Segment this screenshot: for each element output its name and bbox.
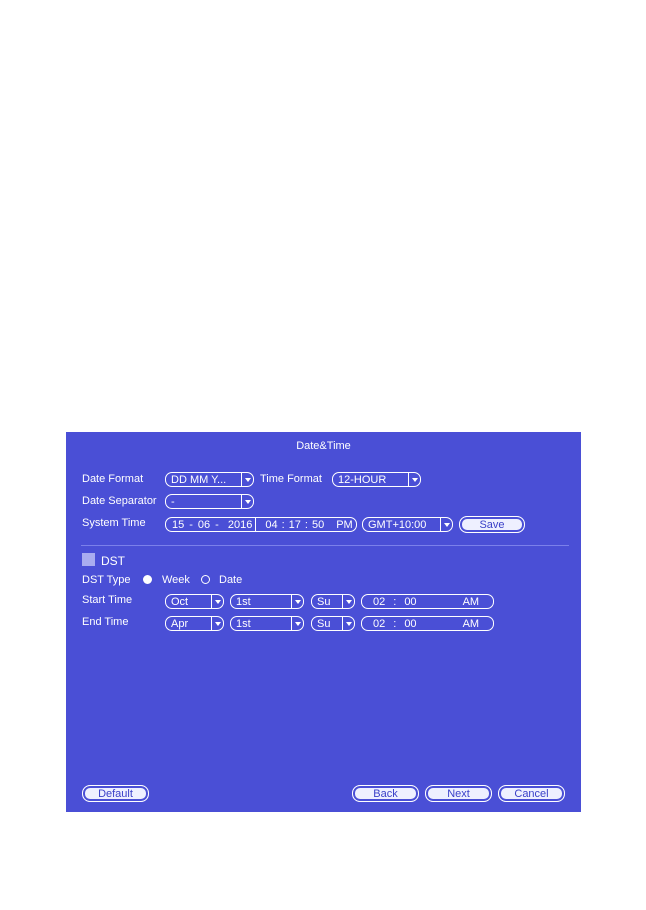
dst-label: DST xyxy=(101,554,125,568)
minute-value[interactable]: 17 xyxy=(289,519,301,531)
time-sep: : xyxy=(393,595,397,608)
time-sep: : xyxy=(393,617,397,630)
dst-type-label: DST Type xyxy=(82,574,131,586)
month-value[interactable]: 06 xyxy=(198,519,210,531)
date-time-dialog: Date&Time Date Format DD MM Y... Time Fo… xyxy=(66,432,581,812)
save-button[interactable]: Save xyxy=(459,516,525,533)
hour-value[interactable]: 04 xyxy=(265,519,277,531)
time-sep: : xyxy=(304,518,308,531)
default-button[interactable]: Default xyxy=(82,785,149,802)
end-week-dropdown[interactable]: 1st xyxy=(230,616,304,631)
end-ampm-value[interactable]: AM xyxy=(463,618,480,630)
chevron-down-icon[interactable] xyxy=(408,473,420,486)
start-month-dropdown[interactable]: Oct xyxy=(165,594,224,609)
dialog-title: Date&Time xyxy=(296,440,351,452)
chevron-down-icon[interactable] xyxy=(342,617,354,630)
date-sep: - xyxy=(215,518,219,531)
system-time-input[interactable]: 15 - 06 - 2016 04 : 17 : 50 PM xyxy=(165,517,357,532)
chevron-down-icon[interactable] xyxy=(241,495,253,508)
end-day-value: Su xyxy=(317,617,331,630)
chevron-down-icon[interactable] xyxy=(211,617,223,630)
dst-checkbox[interactable] xyxy=(82,553,95,566)
time-format-label: Time Format xyxy=(260,473,322,485)
date-separator-dropdown[interactable]: - xyxy=(165,494,254,509)
date-format-dropdown[interactable]: DD MM Y... xyxy=(165,472,254,487)
start-minute-value[interactable]: 00 xyxy=(404,596,416,608)
end-day-dropdown[interactable]: Su xyxy=(311,616,355,631)
start-time-input[interactable]: 02 : 00 AM xyxy=(361,594,494,609)
start-day-value: Su xyxy=(317,595,331,608)
chevron-down-icon[interactable] xyxy=(342,595,354,608)
divider xyxy=(255,518,256,531)
year-value[interactable]: 2016 xyxy=(228,519,252,531)
radio-week-label[interactable]: Week xyxy=(162,574,190,586)
chevron-down-icon[interactable] xyxy=(291,595,303,608)
timezone-value: GMT+10:00 xyxy=(368,518,427,531)
date-format-label: Date Format xyxy=(82,473,144,485)
end-month-value: Apr xyxy=(171,617,189,630)
end-time-input[interactable]: 02 : 00 AM xyxy=(361,616,494,631)
time-format-value: 12-HOUR xyxy=(338,473,387,486)
section-divider xyxy=(81,545,569,546)
date-sep: - xyxy=(189,518,193,531)
end-minute-value[interactable]: 00 xyxy=(404,618,416,630)
cancel-button[interactable]: Cancel xyxy=(498,785,565,802)
radio-date-label[interactable]: Date xyxy=(219,574,242,586)
start-hour-value[interactable]: 02 xyxy=(373,596,385,608)
next-button[interactable]: Next xyxy=(425,785,492,802)
start-time-label: Start Time xyxy=(82,594,133,606)
radio-date[interactable] xyxy=(201,575,210,584)
chevron-down-icon[interactable] xyxy=(211,595,223,608)
chevron-down-icon[interactable] xyxy=(440,518,452,531)
chevron-down-icon[interactable] xyxy=(291,617,303,630)
start-week-value: 1st xyxy=(236,595,251,608)
end-month-dropdown[interactable]: Apr xyxy=(165,616,224,631)
date-separator-label: Date Separator xyxy=(82,495,157,507)
date-format-value: DD MM Y... xyxy=(171,473,227,486)
system-time-label: System Time xyxy=(82,517,146,529)
start-ampm-value[interactable]: AM xyxy=(463,596,480,608)
date-separator-value: - xyxy=(171,495,175,508)
chevron-down-icon[interactable] xyxy=(241,473,253,486)
time-sep: : xyxy=(281,518,285,531)
day-value[interactable]: 15 xyxy=(172,519,184,531)
end-hour-value[interactable]: 02 xyxy=(373,618,385,630)
back-button[interactable]: Back xyxy=(352,785,419,802)
timezone-dropdown[interactable]: GMT+10:00 xyxy=(362,517,453,532)
start-month-value: Oct xyxy=(171,595,189,608)
time-format-dropdown[interactable]: 12-HOUR xyxy=(332,472,421,487)
second-value[interactable]: 50 xyxy=(312,519,324,531)
radio-week[interactable] xyxy=(143,575,152,584)
start-week-dropdown[interactable]: 1st xyxy=(230,594,304,609)
end-week-value: 1st xyxy=(236,617,251,630)
start-day-dropdown[interactable]: Su xyxy=(311,594,355,609)
end-time-label: End Time xyxy=(82,616,129,628)
ampm-value[interactable]: PM xyxy=(336,519,353,531)
